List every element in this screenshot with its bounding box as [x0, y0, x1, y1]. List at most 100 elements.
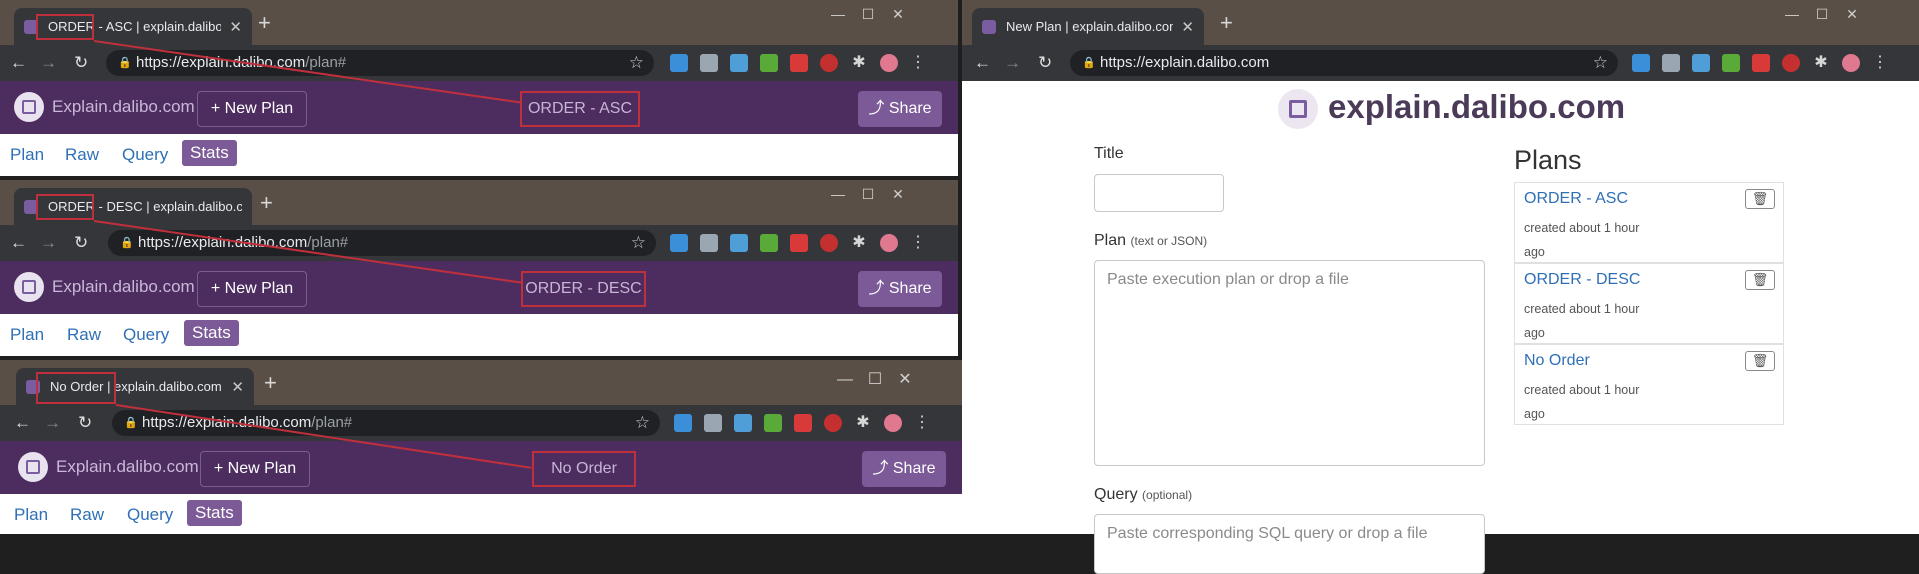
new-tab-button[interactable]: + [260, 192, 273, 214]
reload-button[interactable]: ↻ [74, 233, 88, 253]
back-button[interactable]: ← [10, 53, 27, 73]
avatar[interactable] [880, 54, 898, 72]
back-button[interactable]: ← [14, 413, 31, 433]
share-button[interactable]: ⤴ Share [858, 271, 942, 307]
minimize-button[interactable]: — [1777, 6, 1807, 22]
trash-icon[interactable]: 🗑 [1745, 351, 1775, 371]
close-tab-icon[interactable]: ✕ [1181, 18, 1194, 36]
menu-icon[interactable]: ⋮ [1872, 54, 1890, 72]
tab-new-plan[interactable]: New Plan | explain.dalibo.com ✕ [972, 8, 1204, 45]
extension-icon[interactable] [1722, 54, 1740, 72]
extension-icon[interactable] [794, 414, 812, 432]
forward-button[interactable]: → [40, 53, 57, 73]
star-icon[interactable]: ☆ [1593, 50, 1608, 76]
tab-plan[interactable]: Plan [10, 325, 44, 345]
avatar[interactable] [880, 234, 898, 252]
tab-query[interactable]: Query [123, 325, 169, 345]
brand[interactable]: Explain.dalibo.com [14, 92, 195, 122]
close-tab-icon[interactable]: ✕ [231, 378, 244, 396]
close-window-button[interactable]: ✕ [1837, 6, 1867, 23]
extension-icon[interactable] [820, 54, 838, 72]
extension-icon[interactable] [670, 234, 688, 252]
forward-button[interactable]: → [1004, 53, 1021, 73]
puzzle-icon[interactable]: ✱ [854, 414, 872, 432]
maximize-button[interactable]: ☐ [853, 186, 883, 203]
new-plan-button[interactable]: + New Plan [200, 451, 310, 487]
menu-icon[interactable]: ⋮ [910, 54, 928, 72]
new-plan-button[interactable]: + New Plan [197, 271, 307, 307]
tab-stats[interactable]: Stats [182, 140, 237, 166]
close-tab-icon[interactable]: ✕ [229, 18, 242, 36]
star-icon[interactable]: ☆ [631, 230, 646, 256]
extension-icon[interactable] [790, 234, 808, 252]
reload-button[interactable]: ↻ [74, 53, 88, 73]
extension-icon[interactable] [674, 414, 692, 432]
tab-query[interactable]: Query [122, 145, 168, 165]
plan-link[interactable]: ORDER - DESC [1524, 271, 1640, 289]
back-button[interactable]: ← [974, 53, 991, 73]
new-plan-button[interactable]: + New Plan [197, 91, 307, 127]
plan-link[interactable]: No Order [1524, 352, 1590, 370]
trash-icon[interactable]: 🗑 [1745, 270, 1775, 290]
puzzle-icon[interactable]: ✱ [850, 234, 868, 252]
reload-button[interactable]: ↻ [1038, 53, 1052, 73]
query-textarea[interactable]: Paste corresponding SQL query or drop a … [1094, 514, 1485, 574]
new-tab-button[interactable]: + [1220, 12, 1233, 34]
extension-icon[interactable] [670, 54, 688, 72]
plan-textarea[interactable]: Paste execution plan or drop a file [1094, 260, 1485, 466]
tab-stats[interactable]: Stats [187, 500, 242, 526]
extension-icon[interactable] [704, 414, 722, 432]
address-bar[interactable]: 🔒 https://explain.dalibo.com/plan# ☆ [112, 410, 660, 436]
brand[interactable]: Explain.dalibo.com [14, 272, 195, 302]
extension-icon[interactable] [730, 234, 748, 252]
tab-raw[interactable]: Raw [65, 145, 99, 165]
menu-icon[interactable]: ⋮ [910, 234, 928, 252]
tab-raw[interactable]: Raw [67, 325, 101, 345]
extension-icon[interactable] [1782, 54, 1800, 72]
extension-icon[interactable] [734, 414, 752, 432]
forward-button[interactable]: → [44, 413, 61, 433]
new-tab-button[interactable]: + [258, 12, 271, 34]
avatar[interactable] [884, 414, 902, 432]
new-tab-button[interactable]: + [264, 372, 277, 394]
extension-icon[interactable] [730, 54, 748, 72]
site-title[interactable]: explain.dalibo.com [1328, 88, 1625, 126]
tab-plan[interactable]: Plan [10, 145, 44, 165]
share-button[interactable]: ⤴ Share [862, 451, 946, 487]
extension-icon[interactable] [820, 234, 838, 252]
extension-icon[interactable] [1662, 54, 1680, 72]
forward-button[interactable]: → [40, 233, 57, 253]
extension-icon[interactable] [790, 54, 808, 72]
extension-icon[interactable] [824, 414, 842, 432]
menu-icon[interactable]: ⋮ [914, 414, 932, 432]
star-icon[interactable]: ☆ [629, 50, 644, 76]
extension-icon[interactable] [760, 234, 778, 252]
reload-button[interactable]: ↻ [78, 413, 92, 433]
star-icon[interactable]: ☆ [635, 410, 650, 436]
close-window-button[interactable]: ✕ [883, 6, 913, 23]
minimize-button[interactable]: — [823, 186, 853, 202]
extension-icon[interactable] [700, 54, 718, 72]
extension-icon[interactable] [1632, 54, 1650, 72]
tab-plan[interactable]: Plan [14, 505, 48, 525]
avatar[interactable] [1842, 54, 1860, 72]
trash-icon[interactable]: 🗑 [1745, 189, 1775, 209]
extension-icon[interactable] [700, 234, 718, 252]
minimize-button[interactable]: — [830, 371, 860, 389]
brand[interactable]: Explain.dalibo.com [18, 452, 199, 482]
back-button[interactable]: ← [10, 233, 27, 253]
tab-query[interactable]: Query [127, 505, 173, 525]
close-window-button[interactable]: ✕ [883, 186, 913, 203]
extension-icon[interactable] [760, 54, 778, 72]
puzzle-icon[interactable]: ✱ [1812, 54, 1830, 72]
maximize-button[interactable]: ☐ [1807, 6, 1837, 23]
minimize-button[interactable]: — [823, 6, 853, 22]
puzzle-icon[interactable]: ✱ [850, 54, 868, 72]
plan-link[interactable]: ORDER - ASC [1524, 190, 1628, 208]
address-bar[interactable]: 🔒 https://explain.dalibo.com ☆ [1070, 50, 1618, 76]
maximize-button[interactable]: ☐ [853, 6, 883, 23]
close-window-button[interactable]: ✕ [890, 369, 920, 389]
maximize-button[interactable]: ☐ [860, 369, 890, 389]
tab-raw[interactable]: Raw [70, 505, 104, 525]
share-button[interactable]: ⤴ Share [858, 91, 942, 127]
